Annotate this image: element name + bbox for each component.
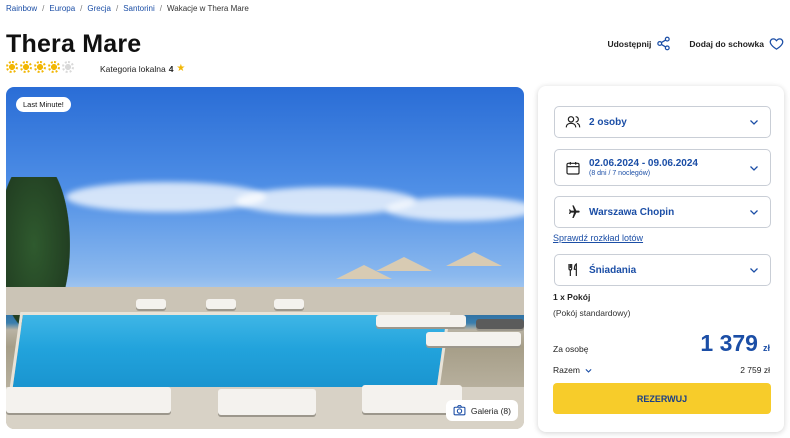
dates-duration: (8 dni / 7 noclegów) — [589, 170, 651, 177]
booking-panel: 2 osoby 02.06.2024 - 09.06.2024 (8 dni /… — [538, 86, 784, 432]
heart-icon — [769, 38, 784, 50]
photo-cloud — [386, 197, 524, 221]
local-category: Kategoria lokalna 4 ★ — [100, 63, 185, 74]
breadcrumb-separator: / — [159, 4, 163, 13]
sun-icon — [48, 61, 60, 73]
dates-select[interactable]: 02.06.2024 - 09.06.2024 (8 dni / 7 nocle… — [554, 149, 771, 186]
breadcrumb-separator: / — [42, 4, 45, 13]
photo-lounger — [376, 315, 466, 327]
persons-value: 2 osoby — [589, 116, 627, 128]
gallery-label: Galeria (8) — [470, 405, 511, 416]
room-count: 1 x Pokój — [553, 292, 591, 302]
hotel-main-photo[interactable]: Last Minute! Galeria (8) — [6, 87, 524, 429]
sun-empty-icon — [62, 61, 74, 73]
photo-lounger — [274, 299, 304, 309]
last-minute-badge: Last Minute! — [16, 97, 71, 112]
flight-schedule-link[interactable]: Sprawdź rozkład lotów — [553, 233, 643, 243]
board-select[interactable]: Śniadania — [554, 254, 771, 286]
top-actions: Udostępnij Dodaj do schowka — [607, 36, 784, 51]
gallery-button[interactable]: Galeria (8) — [445, 400, 518, 421]
persons-select[interactable]: 2 osoby — [554, 106, 771, 138]
add-to-favorites-button[interactable]: Dodaj do schowka — [689, 36, 784, 51]
photo-lounger — [218, 389, 316, 415]
person-icon — [565, 116, 581, 128]
share-label: Udostępnij — [607, 38, 652, 49]
chevron-down-icon — [750, 268, 758, 273]
chevron-down-icon — [750, 210, 758, 215]
dates-value: 02.06.2024 - 09.06.2024 — [589, 158, 698, 169]
airplane-icon — [569, 205, 580, 218]
photo-lounger — [136, 299, 166, 309]
cutlery-icon — [568, 263, 577, 276]
photo-lounger — [6, 387, 171, 413]
photo-wall — [6, 287, 524, 315]
local-category-label: Kategoria lokalna — [100, 63, 166, 74]
photo-lounger — [426, 332, 521, 346]
camera-icon — [453, 405, 466, 416]
sun-icon — [34, 61, 46, 73]
star-icon: ★ — [176, 63, 186, 74]
price-currency: zł — [762, 343, 770, 353]
photo-lounger — [476, 319, 524, 329]
departure-select[interactable]: Warszawa Chopin — [554, 196, 771, 228]
breadcrumb-link-europa[interactable]: Europa — [49, 4, 75, 13]
breadcrumb-link-santorini[interactable]: Santorini — [123, 4, 155, 13]
per-person-label: Za osobę — [553, 344, 589, 354]
breadcrumb-link-grecja[interactable]: Grecja — [87, 4, 111, 13]
total-value: 2 759 zł — [740, 365, 770, 375]
hotel-rating-suns — [6, 61, 74, 73]
local-category-value: 4 — [168, 63, 174, 74]
page-title: Thera Mare — [6, 30, 142, 58]
room-type: (Pokój standardowy) — [553, 308, 631, 318]
chevron-down-icon — [750, 120, 758, 125]
sun-icon — [6, 61, 18, 73]
share-icon — [657, 36, 671, 51]
breadcrumb-link-rainbow[interactable]: Rainbow — [6, 4, 37, 13]
chevron-down-icon — [750, 165, 758, 171]
favorite-label: Dodaj do schowka — [689, 38, 764, 49]
price-value: 1 379 — [700, 330, 758, 356]
share-button[interactable]: Udostępnij — [607, 36, 671, 51]
breadcrumb-separator: / — [80, 4, 83, 13]
breadcrumb-current: Wakacje w Thera Mare — [167, 4, 249, 13]
sun-icon — [20, 61, 32, 73]
reserve-button[interactable]: REZERWUJ — [553, 383, 771, 414]
total-label: Razem — [553, 365, 580, 375]
price-per-person: 1 379 zł — [700, 330, 770, 357]
breadcrumb-separator: / — [115, 4, 119, 13]
photo-umbrella — [446, 252, 502, 266]
photo-cloud — [66, 182, 266, 212]
photo-lounger — [206, 299, 236, 309]
chevron-down-icon — [585, 368, 592, 373]
total-toggle[interactable]: Razem — [553, 365, 593, 375]
departure-value: Warszawa Chopin — [589, 206, 675, 218]
breadcrumb: Rainbow / Europa / Grecja / Santorini / … — [6, 4, 249, 13]
photo-umbrella — [336, 265, 392, 279]
board-value: Śniadania — [589, 264, 637, 276]
calendar-icon — [566, 161, 580, 175]
